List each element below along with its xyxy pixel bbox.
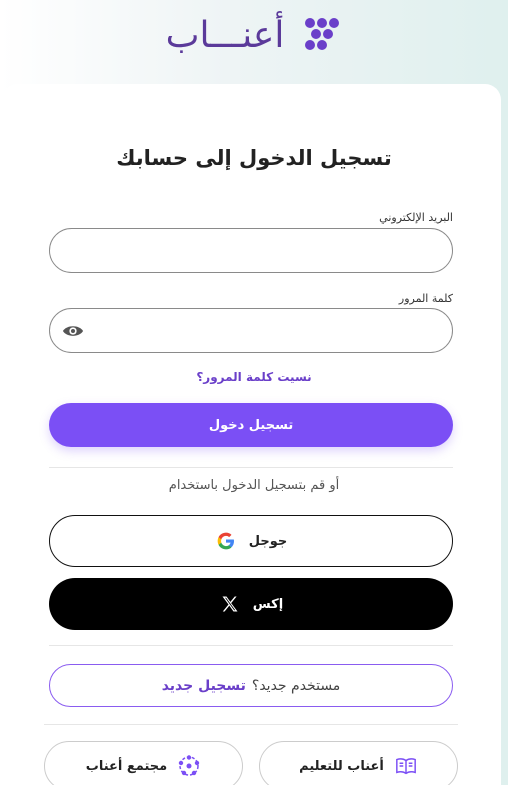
community-icon	[177, 754, 201, 778]
learn-label: أعناب للتعليم	[299, 758, 384, 774]
page-title: تسجيل الدخول إلى حسابك	[116, 146, 392, 170]
register-button[interactable]: مستخدم جديد؟ تسجيل جديد	[49, 664, 453, 707]
book-icon	[394, 754, 418, 778]
forgot-password-link[interactable]: نسيت كلمة المرور؟	[0, 370, 508, 384]
password-label: كلمة المرور	[398, 292, 453, 305]
community-label: مجتمع أعناب	[85, 758, 168, 774]
brand-logo: أعنـــاب	[0, 10, 508, 60]
password-field[interactable]	[49, 308, 453, 353]
register-question: مستخدم جديد؟	[251, 677, 341, 694]
brand-name: أعنـــاب	[165, 14, 285, 56]
divider	[49, 467, 453, 468]
community-button[interactable]: مجتمع أعناب	[44, 741, 243, 785]
google-icon	[215, 530, 237, 552]
grape-logo-icon	[305, 18, 340, 50]
email-label: البريد الإلكتروني	[379, 211, 453, 224]
x-login-button[interactable]: إكس	[49, 578, 453, 630]
google-label: جوجل	[248, 533, 288, 549]
divider	[49, 645, 453, 646]
register-link[interactable]: تسجيل جديد	[162, 678, 246, 694]
x-label: إكس	[252, 596, 284, 612]
x-icon	[219, 593, 241, 615]
or-login-with-text: أو قم بتسجيل الدخول باستخدام	[168, 478, 340, 493]
login-button[interactable]: تسجيل دخول	[49, 403, 453, 447]
learn-button[interactable]: أعناب للتعليم	[259, 741, 458, 785]
eye-icon[interactable]	[62, 322, 84, 340]
google-login-button[interactable]: جوجل	[49, 515, 453, 567]
email-field[interactable]	[49, 228, 453, 273]
divider	[44, 724, 458, 725]
